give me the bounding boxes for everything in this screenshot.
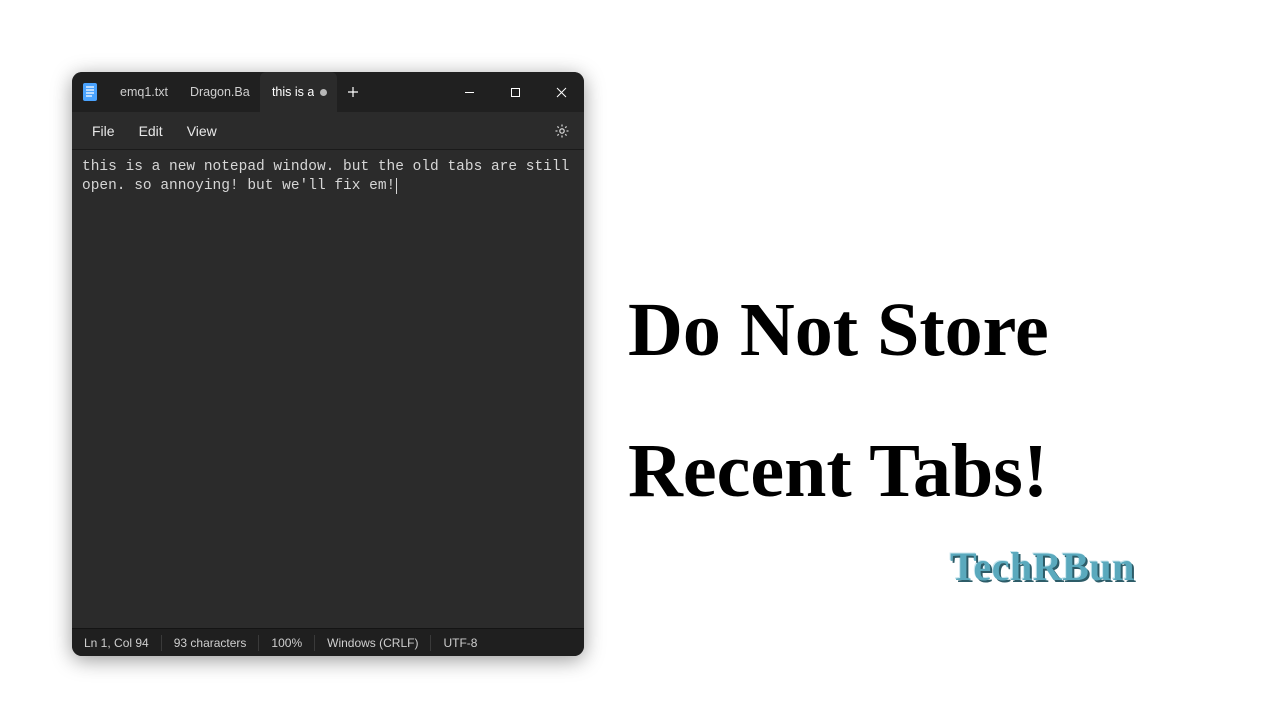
- titlebar[interactable]: emq1.txt Dragon.Ball.S this is a: [72, 72, 584, 112]
- tab-new-unsaved[interactable]: this is a: [260, 72, 337, 112]
- text-editor[interactable]: this is a new notepad window. but the ol…: [72, 150, 584, 628]
- tab-label: Dragon.Ball.S: [190, 85, 250, 99]
- settings-button[interactable]: [548, 117, 576, 145]
- headline-text: Do Not Store Recent Tabs!: [628, 260, 1248, 541]
- minimize-button[interactable]: [446, 72, 492, 112]
- text-caret-icon: [396, 178, 397, 194]
- brand-logo: TechRBun: [950, 543, 1135, 590]
- status-char-count: 93 characters: [162, 629, 259, 656]
- tab-label: emq1.txt: [120, 85, 168, 99]
- new-tab-button[interactable]: [337, 72, 369, 112]
- tab-label: this is a: [272, 85, 314, 99]
- menu-view[interactable]: View: [175, 117, 229, 145]
- tab-dragonball[interactable]: Dragon.Ball.S: [178, 72, 260, 112]
- notepad-window: emq1.txt Dragon.Ball.S this is a: [72, 72, 584, 656]
- menubar: File Edit View: [72, 112, 584, 150]
- maximize-button[interactable]: [492, 72, 538, 112]
- notepad-app-icon: [72, 72, 108, 112]
- status-line-ending: Windows (CRLF): [315, 629, 430, 656]
- unsaved-indicator-icon: [320, 89, 327, 96]
- headline-line-2: Recent Tabs!: [628, 401, 1248, 542]
- status-cursor-position: Ln 1, Col 94: [84, 629, 161, 656]
- headline-line-1: Do Not Store: [628, 260, 1248, 401]
- editor-content: this is a new notepad window. but the ol…: [82, 159, 578, 194]
- close-button[interactable]: [538, 72, 584, 112]
- status-encoding: UTF-8: [431, 629, 489, 656]
- tab-strip: emq1.txt Dragon.Ball.S this is a: [108, 72, 446, 112]
- gear-icon: [554, 123, 570, 139]
- window-controls: [446, 72, 584, 112]
- statusbar: Ln 1, Col 94 93 characters 100% Windows …: [72, 628, 584, 656]
- menu-edit[interactable]: Edit: [127, 117, 175, 145]
- status-zoom[interactable]: 100%: [259, 629, 314, 656]
- menu-file[interactable]: File: [80, 117, 127, 145]
- tab-emq1[interactable]: emq1.txt: [108, 72, 178, 112]
